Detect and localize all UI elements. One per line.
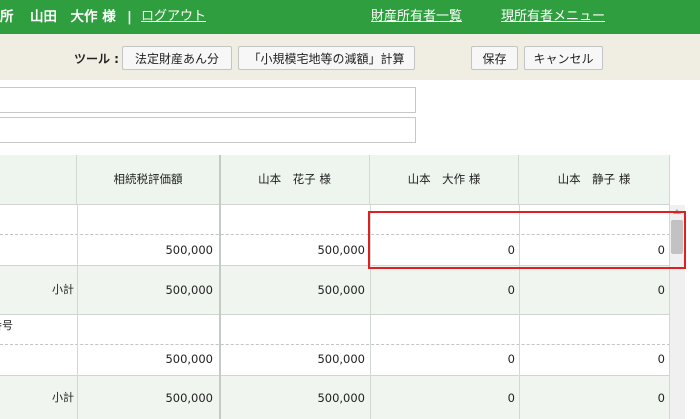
- save-button[interactable]: 保存: [471, 46, 518, 70]
- highlight-box: [368, 211, 686, 269]
- heir-2-value: 0: [507, 283, 515, 297]
- heir-2-value[interactable]: 0: [508, 352, 515, 366]
- heir-1-value: 500,000: [317, 243, 365, 257]
- tools-label: ツール :: [74, 52, 119, 66]
- logout-link[interactable]: ログアウト: [141, 7, 206, 27]
- cancel-button[interactable]: キャンセル: [524, 46, 603, 70]
- subtotal-row: 小計 500,000 500,000 0 0: [0, 376, 670, 419]
- small-land-reduction-button[interactable]: 「小規模宅地等の減額」計算: [238, 46, 415, 70]
- header-row-label-cell: [0, 155, 77, 205]
- valuation-value: 500,000: [165, 352, 213, 366]
- legal-share-button[interactable]: 法定財産あん分: [122, 46, 232, 70]
- header-separator: |: [127, 9, 132, 25]
- row-number-label: 番号: [0, 319, 13, 332]
- valuation-value: 500,000: [165, 243, 213, 257]
- column-header-heir-2: 山本 大作 様: [370, 155, 519, 205]
- column-header-heir-3: 山本 静子 様: [519, 155, 670, 205]
- subtotal-row: 小計 500,000 500,000 0 0: [0, 266, 670, 314]
- heir-3-value: 0: [657, 283, 665, 297]
- valuation-value: 500,000: [165, 283, 213, 297]
- valuation-value: 500,000: [165, 391, 213, 405]
- text-field-1[interactable]: [0, 87, 416, 113]
- asset-owners-link[interactable]: 財産所有者一覧: [371, 7, 462, 27]
- subtotal-label: 小計: [52, 391, 74, 404]
- column-header-heir-1: 山本 花子 様: [220, 155, 370, 205]
- heir-2-value: 0: [507, 391, 515, 405]
- user-name: 山田 大作 様: [30, 9, 116, 25]
- heir-3-value: 0: [657, 391, 665, 405]
- table-row: 500,000 500,000 0 0: [0, 344, 670, 375]
- current-owner-menu-link[interactable]: 現所有者メニュー: [501, 7, 605, 27]
- heir-1-value: 500,000: [317, 283, 365, 297]
- subtotal-label: 小計: [52, 283, 74, 296]
- office-name-fragment: 所: [0, 9, 14, 25]
- heir-3-value[interactable]: 0: [658, 352, 665, 366]
- heir-1-value: 500,000: [317, 352, 365, 366]
- top-bar: 所 山田 大作 様 | ログアウト 財産所有者一覧 現所有者メニュー: [0, 0, 700, 34]
- heir-1-value: 500,000: [317, 391, 365, 405]
- table-row: 番号: [0, 315, 670, 344]
- text-field-2[interactable]: [0, 117, 416, 143]
- column-header-valuation: 相続税評価額: [77, 155, 220, 205]
